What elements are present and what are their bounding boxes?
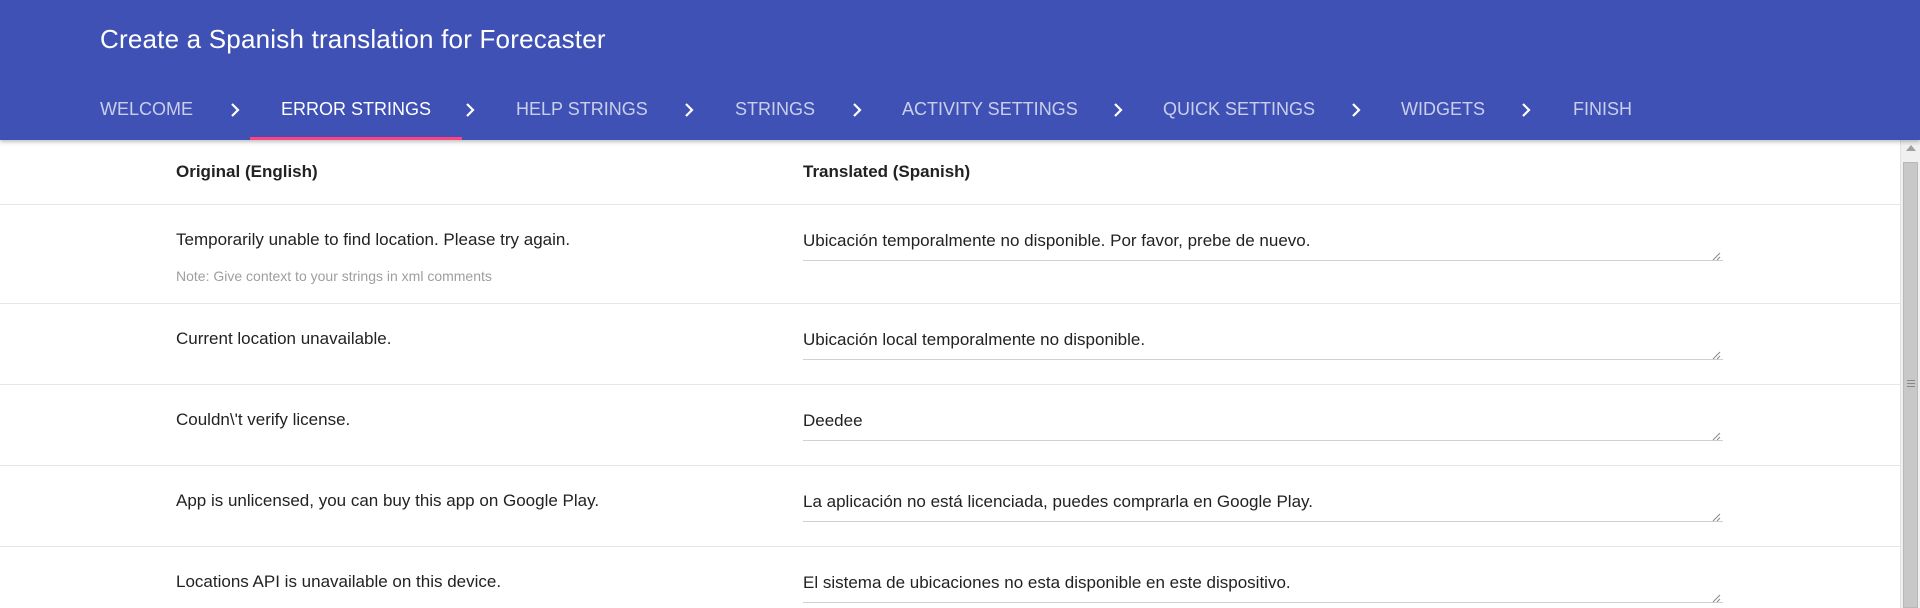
chevron-right-icon xyxy=(1522,103,1531,117)
scrollbar-thumb[interactable] xyxy=(1903,162,1918,608)
tab-widgets[interactable]: WIDGETS xyxy=(1401,80,1485,140)
chevron-right-icon xyxy=(1114,103,1123,117)
page-title: Create a Spanish translation for Forecas… xyxy=(100,24,606,54)
table-row: Locations API is unavailable on this dev… xyxy=(0,546,1900,608)
original-string: App is unlicensed, you can buy this app … xyxy=(176,491,600,510)
table-row: Current location unavailable. Ubicación … xyxy=(0,303,1900,384)
thumb-grip-line xyxy=(1907,380,1915,381)
chevron-right-icon xyxy=(685,103,694,117)
translation-table: Original (English) Translated (Spanish) … xyxy=(0,140,1900,608)
tab-quick-settings[interactable]: QUICK SETTINGS xyxy=(1163,80,1315,140)
tab-error-strings[interactable]: ERROR STRINGS xyxy=(250,80,463,140)
translation-input[interactable]: La aplicación no está licenciada, puedes… xyxy=(803,491,1723,522)
tab-strings[interactable]: STRINGS xyxy=(735,80,815,140)
wizard-tabs: WELCOME ERROR STRINGS HELP STRINGS STRIN… xyxy=(0,80,1920,140)
original-string: Current location unavailable. xyxy=(176,329,392,348)
thumb-grip-line xyxy=(1907,386,1915,387)
vertical-scrollbar[interactable] xyxy=(1900,140,1920,608)
resize-grip-icon[interactable] xyxy=(1711,251,1721,261)
tab-activity-settings[interactable]: ACTIVITY SETTINGS xyxy=(902,80,1078,140)
tab-finish[interactable]: FINISH xyxy=(1573,80,1632,140)
translation-input[interactable]: El sistema de ubicaciones no esta dispon… xyxy=(803,572,1723,603)
translation-input[interactable]: Ubicación local temporalmente no disponi… xyxy=(803,329,1723,360)
chevron-right-icon xyxy=(1352,103,1361,117)
app-header: Create a Spanish translation for Forecas… xyxy=(0,0,1920,140)
original-string: Locations API is unavailable on this dev… xyxy=(176,572,502,591)
translation-input[interactable]: Deedee xyxy=(803,410,1723,441)
resize-grip-icon[interactable] xyxy=(1711,350,1721,360)
table-row: App is unlicensed, you can buy this app … xyxy=(0,465,1900,546)
chevron-right-icon xyxy=(853,103,862,117)
column-header-original: Original (English) xyxy=(176,162,318,181)
tab-welcome[interactable]: WELCOME xyxy=(100,80,193,140)
table-row: Couldn\'t verify license. Deedee xyxy=(0,384,1900,465)
resize-grip-icon[interactable] xyxy=(1711,593,1721,603)
thumb-grip-line xyxy=(1907,383,1915,384)
active-tab-indicator xyxy=(250,137,463,140)
tab-error-strings-label: ERROR STRINGS xyxy=(281,99,432,119)
column-header-translated: Translated (Spanish) xyxy=(803,162,971,181)
context-note: Note: Give context to your strings in xm… xyxy=(176,268,492,284)
scroll-up-arrow-icon[interactable] xyxy=(1906,145,1916,151)
original-string: Temporarily unable to find location. Ple… xyxy=(176,230,571,249)
tab-help-strings[interactable]: HELP STRINGS xyxy=(516,80,648,140)
resize-grip-icon[interactable] xyxy=(1711,512,1721,522)
chevron-right-icon xyxy=(231,103,240,117)
chevron-right-icon xyxy=(466,103,475,117)
resize-grip-icon[interactable] xyxy=(1711,431,1721,441)
table-row: Temporarily unable to find location. Ple… xyxy=(0,204,1900,303)
translation-input[interactable]: Ubicación temporalmente no disponible. P… xyxy=(803,230,1723,261)
original-string: Couldn\'t verify license. xyxy=(176,410,351,429)
